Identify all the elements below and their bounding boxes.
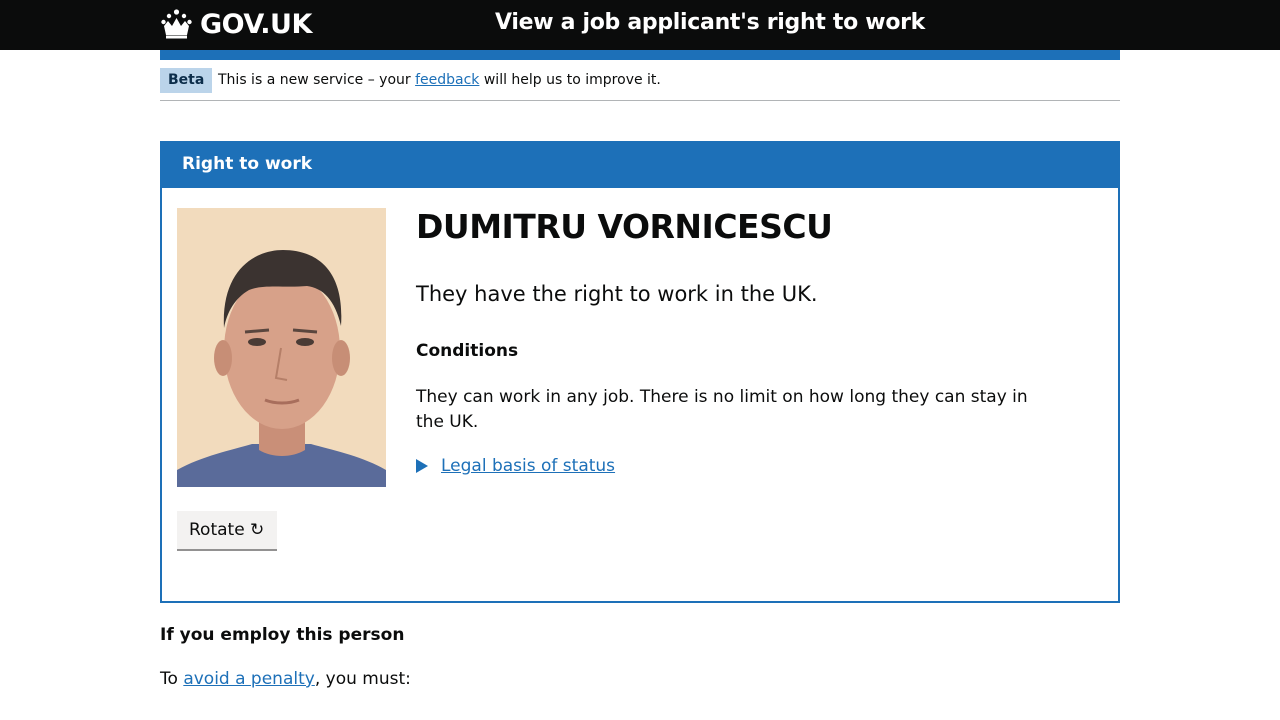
panel-header: Right to work <box>162 143 1118 188</box>
service-name-link[interactable]: View a job applicant's right to work <box>495 10 925 35</box>
legal-basis-summary[interactable]: Legal basis of status <box>441 456 615 476</box>
penalty-paragraph: To avoid a penalty, you must: <box>160 669 411 689</box>
feedback-link[interactable]: feedback <box>415 72 479 88</box>
rotate-photo-button[interactable]: Rotate ↻ <box>177 511 277 551</box>
beta-tag: Beta <box>160 68 213 93</box>
logo-text: GOV.UK <box>200 8 312 40</box>
site-header: GOV.UK View a job applicant's right to w… <box>0 0 1280 50</box>
crown-icon <box>161 9 192 39</box>
conditions-heading: Conditions <box>416 341 519 361</box>
header-blue-bar <box>160 50 1120 60</box>
applicant-name: DUMITRU VORNICESCU <box>416 207 833 246</box>
conditions-text: They can work in any job. There is no li… <box>416 387 1028 432</box>
applicant-photo <box>177 208 386 487</box>
penalty-text-before: To <box>160 669 184 689</box>
triangle-right-icon <box>416 459 428 473</box>
applicant-portrait-image <box>177 208 386 487</box>
right-to-work-panel: Right to work Rotate ↻ DUMITRU VORNICESC… <box>160 141 1120 603</box>
right-to-work-status: They have the right to work in the UK. <box>416 282 818 306</box>
phase-banner-text: This is a new service – your feedback wi… <box>218 70 661 90</box>
phase-text-before: This is a new service – your <box>218 72 416 88</box>
header-container: GOV.UK View a job applicant's right to w… <box>160 0 1120 50</box>
govuk-logo-link[interactable]: GOV.UK <box>160 6 312 42</box>
employ-heading: If you employ this person <box>160 625 405 645</box>
legal-basis-details[interactable]: Legal basis of status <box>416 456 615 476</box>
avoid-penalty-link[interactable]: avoid a penalty <box>183 669 315 689</box>
phase-text-after: will help us to improve it. <box>479 72 661 88</box>
penalty-text-after: , you must: <box>314 669 411 689</box>
phase-banner: Beta This is a new service – your feedba… <box>160 60 1120 101</box>
panel-title: Right to work <box>182 154 313 174</box>
